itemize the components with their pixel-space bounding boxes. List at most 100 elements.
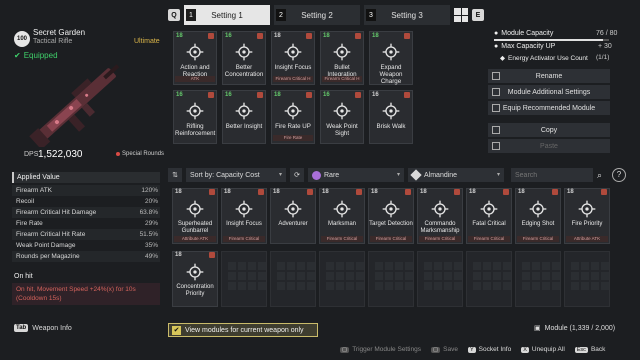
weapon-image [29, 64, 120, 147]
module-tag: Firearm Critical [517, 236, 559, 242]
empty-inventory-slot [417, 251, 463, 307]
inventory-module-card[interactable]: 18 Fire Priority Attribute ATK [564, 188, 610, 244]
activator-label: Energy Activator Use Count [508, 54, 588, 62]
slot-header: 18 [320, 189, 364, 197]
slot-header: 18 [418, 189, 462, 197]
module-name: Brisk Walk [376, 123, 406, 130]
search-icon[interactable]: ⌕ [597, 170, 602, 181]
module-name: Weak Point Sight [326, 123, 358, 137]
slot-header: 18 [173, 189, 217, 197]
inventory-module-card[interactable]: 18 Commando Marksmanship Firearm Critical [417, 188, 463, 244]
onhit-title: On hit [14, 273, 33, 280]
equipped-module-slot[interactable]: 18 Action and Reaction ATK [173, 31, 217, 85]
settings-tabbar: Q 1 Setting 1 2 Setting 2 3 Setting 3 E [168, 4, 484, 26]
help-button[interactable]: ? [612, 168, 626, 182]
equip-recommended-button[interactable]: Equip Recommended Module [488, 101, 610, 115]
inventory-module-card[interactable]: 18 Target Detection Firearm Critical [368, 188, 414, 244]
socket-info-button[interactable]: Y Socket Info [468, 346, 511, 353]
rarity-label: Rare [324, 171, 340, 179]
equipped-module-slot[interactable]: 16 Rifling Reinforcement [173, 90, 217, 144]
socket-dropdown[interactable]: Almandine ▾ [408, 168, 504, 182]
equipped-module-slot[interactable]: 16 Better Concentration [222, 31, 266, 85]
capacity-cost: 18 [323, 33, 330, 39]
module-name: Target Detection [369, 221, 413, 227]
stats-panel: Applied Value Firearm ATK 120% Recoil 20% … [12, 172, 160, 262]
additional-settings-button[interactable]: Module Additional Settings [488, 85, 610, 99]
module-icon [181, 42, 209, 62]
stat-row: Recoil 20% [12, 196, 160, 207]
prev-tab-key[interactable]: Q [168, 9, 180, 21]
grid-icon[interactable] [454, 8, 468, 22]
search-input[interactable] [511, 168, 593, 182]
equipped-module-slot[interactable]: 18 Fire Rate UP Fire Rate [271, 90, 315, 144]
module-icon [377, 199, 405, 219]
equipped-module-slot[interactable]: 18 Expand Weapon Charge [369, 31, 413, 85]
capacity-cost: 18 [420, 189, 427, 195]
inventory-module-card[interactable]: 18 Concentration Priority [172, 251, 218, 307]
weapon-info-button[interactable]: Tab Weapon Info [14, 324, 72, 332]
equipped-module-slot[interactable]: 18 Insight Focus Firearm Critical H [271, 31, 315, 85]
tab-setting-1[interactable]: 1 Setting 1 [184, 5, 270, 25]
capacity-cost: 16 [372, 92, 379, 98]
inventory-module-card[interactable]: 18 Superheated Gunbarrel Attribute ATK [172, 188, 218, 244]
capacity-cost: 18 [274, 92, 281, 98]
sort-label: Sort by: Capacity Cost [190, 171, 260, 179]
lock-icon [209, 189, 215, 195]
module-icon [328, 199, 356, 219]
rename-button[interactable]: Rename [488, 69, 610, 83]
trigger-module-settings[interactable]: ▢ Trigger Module Settings [340, 346, 421, 353]
stat-row: Rounds per Magazine 49% [12, 251, 160, 262]
max-capacity-value: + 30 [598, 43, 612, 50]
next-tab-key[interactable]: E [472, 9, 484, 21]
empty-slot-pattern [320, 252, 364, 300]
tab-setting-2[interactable]: 2 Setting 2 [274, 5, 360, 25]
module-tag: Attribute ATK [566, 236, 608, 242]
lock-icon [355, 92, 361, 98]
tab-label: Setting 3 [391, 10, 423, 20]
weapon-rarity: Ultimate [134, 38, 160, 45]
capacity-cost: 18 [567, 189, 574, 195]
empty-inventory-slot [270, 251, 316, 307]
stat-value: 51.5% [139, 231, 158, 238]
slot-header: 18 [271, 189, 315, 197]
equipped-module-slot[interactable]: 18 Bullet Integration Firearm Critical H [320, 31, 364, 85]
capacity-cost: 18 [175, 189, 182, 195]
inventory-module-card[interactable]: 18 Adventurer [270, 188, 316, 244]
empty-inventory-slot [515, 251, 561, 307]
module-capacity: ● Module Capacity [494, 30, 553, 37]
equipped-module-slot[interactable]: 16 Brisk Walk [369, 90, 413, 144]
chevron-down-icon: ▾ [278, 172, 282, 178]
inventory-module-card[interactable]: 18 Edging Shot Firearm Critical [515, 188, 561, 244]
module-icon [475, 199, 503, 219]
sort-dropdown[interactable]: Sort by: Capacity Cost ▾ [186, 168, 286, 182]
key-hint: ▢ [340, 346, 350, 353]
stat-name: Fire Rate [16, 220, 43, 227]
stat-name: Recoil [16, 198, 35, 205]
lock-icon [208, 33, 214, 39]
stat-row: Firearm Critical Hit Damage 63.8% [12, 207, 160, 218]
stat-value: 35% [144, 242, 158, 249]
module-icon [279, 42, 307, 62]
stat-row: Firearm Critical Hit Rate 51.5% [12, 229, 160, 240]
module-icon [230, 101, 258, 121]
stat-value: 49% [144, 253, 158, 260]
inventory-module-card[interactable]: 18 Fatal Critical Firearm Critical [466, 188, 512, 244]
module-icon [524, 199, 552, 219]
unequip-all-button[interactable]: X Unequip All [521, 346, 565, 353]
capacity-cost: 18 [371, 189, 378, 195]
equipped-module-slot[interactable]: 16 Weak Point Sight [320, 90, 364, 144]
back-button[interactable]: Esc Back [574, 346, 605, 353]
view-current-weapon-toggle[interactable]: ✔ View modules for current weapon only [168, 323, 318, 337]
module-tag: Fire Rate [273, 135, 313, 141]
refresh-icon[interactable]: ⟳ [290, 168, 304, 182]
inventory-module-card[interactable]: 18 Insight Focus Firearm Critical [221, 188, 267, 244]
sort-order-icon[interactable]: ⇅ [168, 168, 182, 182]
save-button[interactable]: ▢ Save [430, 346, 458, 353]
paste-button[interactable]: Paste [488, 139, 610, 153]
capacity-value: 76 / 80 [596, 30, 618, 37]
equipped-module-slot[interactable]: 16 Better Insight [222, 90, 266, 144]
tab-setting-3[interactable]: 3 Setting 3 [364, 5, 468, 25]
inventory-module-card[interactable]: 18 Marksman Firearm Critical [319, 188, 365, 244]
copy-button[interactable]: Copy [488, 123, 610, 137]
rarity-dropdown[interactable]: Rare ▾ [308, 168, 404, 182]
